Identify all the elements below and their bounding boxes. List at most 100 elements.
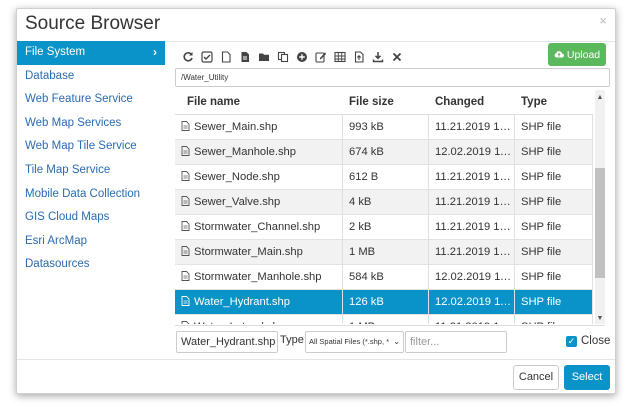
close-checkbox[interactable]: ✓ Close bbox=[566, 335, 610, 347]
file-size-cell: 584 kB bbox=[343, 265, 429, 289]
type-cell: SHP file bbox=[515, 215, 593, 239]
type-cell: SHP file bbox=[515, 240, 593, 264]
filter-input[interactable]: filter... bbox=[405, 331, 507, 353]
file-icon bbox=[181, 166, 190, 181]
checkbox-checked-icon[interactable]: ✓ bbox=[566, 335, 577, 347]
file-name: Sewer_Main.shp bbox=[194, 121, 278, 133]
file-icon bbox=[181, 291, 190, 306]
table-row[interactable]: Stormwater_Channel.shp 2 kB 11.21.2019 16:… bbox=[175, 215, 593, 240]
file-name: Stormwater_Manhole.shp bbox=[194, 271, 322, 283]
file-size-cell: 4 kB bbox=[343, 190, 429, 214]
table-row[interactable]: Water_Hydrant.shp 126 kB 12.02.2019 11:… SH… bbox=[175, 290, 593, 315]
select-button[interactable]: Select bbox=[564, 365, 610, 390]
scroll-up-icon[interactable]: ▲ bbox=[595, 94, 605, 101]
table-row[interactable]: Sewer_Node.shp 612 B 11.21.2019 16:… SHP fi… bbox=[175, 165, 593, 190]
copy-icon[interactable] bbox=[273, 49, 292, 65]
file-size-cell: 612 B bbox=[343, 165, 429, 189]
filename-input[interactable]: Water_Hydrant.shp bbox=[176, 331, 278, 353]
table-body: Sewer_Main.shp 993 kB 11.21.2019 16:… SHP f… bbox=[175, 115, 593, 324]
file-icon bbox=[181, 216, 190, 231]
type-cell: SHP file bbox=[515, 265, 593, 289]
file-toolbar bbox=[178, 49, 406, 65]
upload-label: Upload bbox=[566, 48, 601, 61]
file-name: Water_Lateral.shp bbox=[194, 321, 285, 324]
file-size-cell: 993 kB bbox=[343, 115, 429, 139]
file-type-select[interactable]: All Spatial Files (*.shp, * ⌄ bbox=[305, 331, 404, 353]
sidebar-item-tile-map-service[interactable]: Tile Map Service bbox=[17, 159, 165, 183]
table-row[interactable]: Stormwater_Manhole.shp 584 kB 12.02.2019 1… bbox=[175, 265, 593, 290]
column-header-file-name[interactable]: File name bbox=[175, 90, 343, 114]
sidebar-item-mobile-data-collection[interactable]: Mobile Data Collection bbox=[17, 183, 165, 207]
table-row[interactable]: Water_Lateral.shp 1 MB11.21.2019 16:…SHP … bbox=[175, 315, 593, 324]
table-row[interactable]: Stormwater_Main.shp 1 MB 11.21.2019 16:… SH… bbox=[175, 240, 593, 265]
table-row[interactable]: Sewer_Main.shp 993 kB 11.21.2019 16:… SHP f… bbox=[175, 115, 593, 140]
sidebar-item-web-map-services[interactable]: Web Map Services bbox=[17, 112, 165, 136]
sidebar-item-label: File System bbox=[25, 46, 86, 58]
table-divider bbox=[175, 325, 605, 326]
dialog-title: Source Browser bbox=[25, 13, 161, 34]
export-icon[interactable] bbox=[349, 49, 368, 65]
file-icon bbox=[181, 116, 190, 131]
table-row[interactable]: Sewer_Valve.shp 4 kB 11.21.2019 16:… SHP fi… bbox=[175, 190, 593, 215]
file-icon bbox=[181, 316, 190, 324]
sidebar-item-web-map-tile-service[interactable]: Web Map Tile Service bbox=[17, 135, 165, 159]
sidebar-item-database[interactable]: Database bbox=[17, 65, 165, 89]
file-name: Sewer_Valve.shp bbox=[194, 196, 281, 208]
file-name: Water_Hydrant.shp bbox=[194, 296, 290, 308]
type-label: Type: bbox=[280, 334, 307, 346]
changed-cell: 12.02.2019 11:… bbox=[429, 265, 515, 289]
changed-cell: 11.21.2019 16:… bbox=[429, 115, 515, 139]
download-icon[interactable] bbox=[368, 49, 387, 65]
add-icon[interactable] bbox=[292, 49, 311, 65]
file-size-cell: 126 kB bbox=[343, 290, 429, 314]
sidebar-item-esri-arcmap[interactable]: Esri ArcMap bbox=[17, 230, 165, 254]
file-icon[interactable] bbox=[235, 49, 254, 65]
folder-icon[interactable] bbox=[254, 49, 273, 65]
type-cell: SHP file bbox=[515, 115, 593, 139]
sidebar-item-file-system[interactable]: File System › bbox=[17, 41, 165, 65]
cloud-upload-icon bbox=[554, 49, 564, 61]
source-browser-dialog: Source Browser × File System › Database … bbox=[16, 8, 616, 394]
source-sidebar: File System › Database Web Feature Servi… bbox=[17, 41, 165, 277]
upload-button[interactable]: Upload bbox=[548, 43, 606, 66]
close-icon[interactable]: × bbox=[599, 13, 607, 28]
file-icon bbox=[181, 191, 190, 206]
sidebar-item-web-feature-service[interactable]: Web Feature Service bbox=[17, 88, 165, 112]
file-size-cell: 2 kB bbox=[343, 215, 429, 239]
table-header: File name File size Changed Type bbox=[175, 90, 593, 115]
scroll-down-icon[interactable]: ▼ bbox=[595, 315, 605, 322]
scrollbar-thumb[interactable] bbox=[595, 168, 605, 278]
check-icon[interactable] bbox=[197, 49, 216, 65]
file-name-cell: Sewer_Node.shp bbox=[175, 165, 343, 189]
edit-icon[interactable] bbox=[311, 49, 330, 65]
type-cell: SHP file bbox=[515, 190, 593, 214]
file-name-cell: Sewer_Valve.shp bbox=[175, 190, 343, 214]
file-icon bbox=[181, 241, 190, 256]
file-name-cell: Stormwater_Channel.shp bbox=[175, 215, 343, 239]
chevron-down-icon: ⌄ bbox=[393, 337, 400, 346]
column-header-file-size[interactable]: File size bbox=[343, 90, 429, 114]
table-row[interactable]: Sewer_Manhole.shp 674 kB 12.02.2019 11:… SH… bbox=[175, 140, 593, 165]
delete-icon[interactable] bbox=[387, 49, 406, 65]
type-cell: SHP file bbox=[515, 315, 593, 324]
grid-icon[interactable] bbox=[330, 49, 349, 65]
table-scrollbar[interactable]: ▲ ▼ bbox=[595, 90, 605, 324]
file-name: Stormwater_Channel.shp bbox=[194, 221, 321, 233]
column-header-type[interactable]: Type bbox=[515, 90, 593, 114]
file-size-cell: 1 MB bbox=[343, 315, 429, 324]
column-header-changed[interactable]: Changed bbox=[429, 90, 515, 114]
new-file-icon[interactable] bbox=[216, 49, 235, 65]
sidebar-item-gis-cloud-maps[interactable]: GIS Cloud Maps bbox=[17, 206, 165, 230]
file-name-cell: Water_Hydrant.shp bbox=[175, 290, 343, 314]
sidebar-item-datasources[interactable]: Datasources bbox=[17, 253, 165, 277]
path-input[interactable]: /Water_Utility bbox=[175, 68, 610, 87]
changed-cell: 12.02.2019 11:… bbox=[429, 140, 515, 164]
file-name: Sewer_Node.shp bbox=[194, 171, 280, 183]
cancel-button[interactable]: Cancel bbox=[513, 365, 559, 390]
refresh-icon[interactable] bbox=[178, 49, 197, 65]
file-name-cell: Water_Lateral.shp bbox=[175, 315, 343, 324]
file-name-cell: Stormwater_Main.shp bbox=[175, 240, 343, 264]
file-name: Sewer_Manhole.shp bbox=[194, 146, 296, 158]
file-size-cell: 674 kB bbox=[343, 140, 429, 164]
file-name: Stormwater_Main.shp bbox=[194, 246, 303, 258]
